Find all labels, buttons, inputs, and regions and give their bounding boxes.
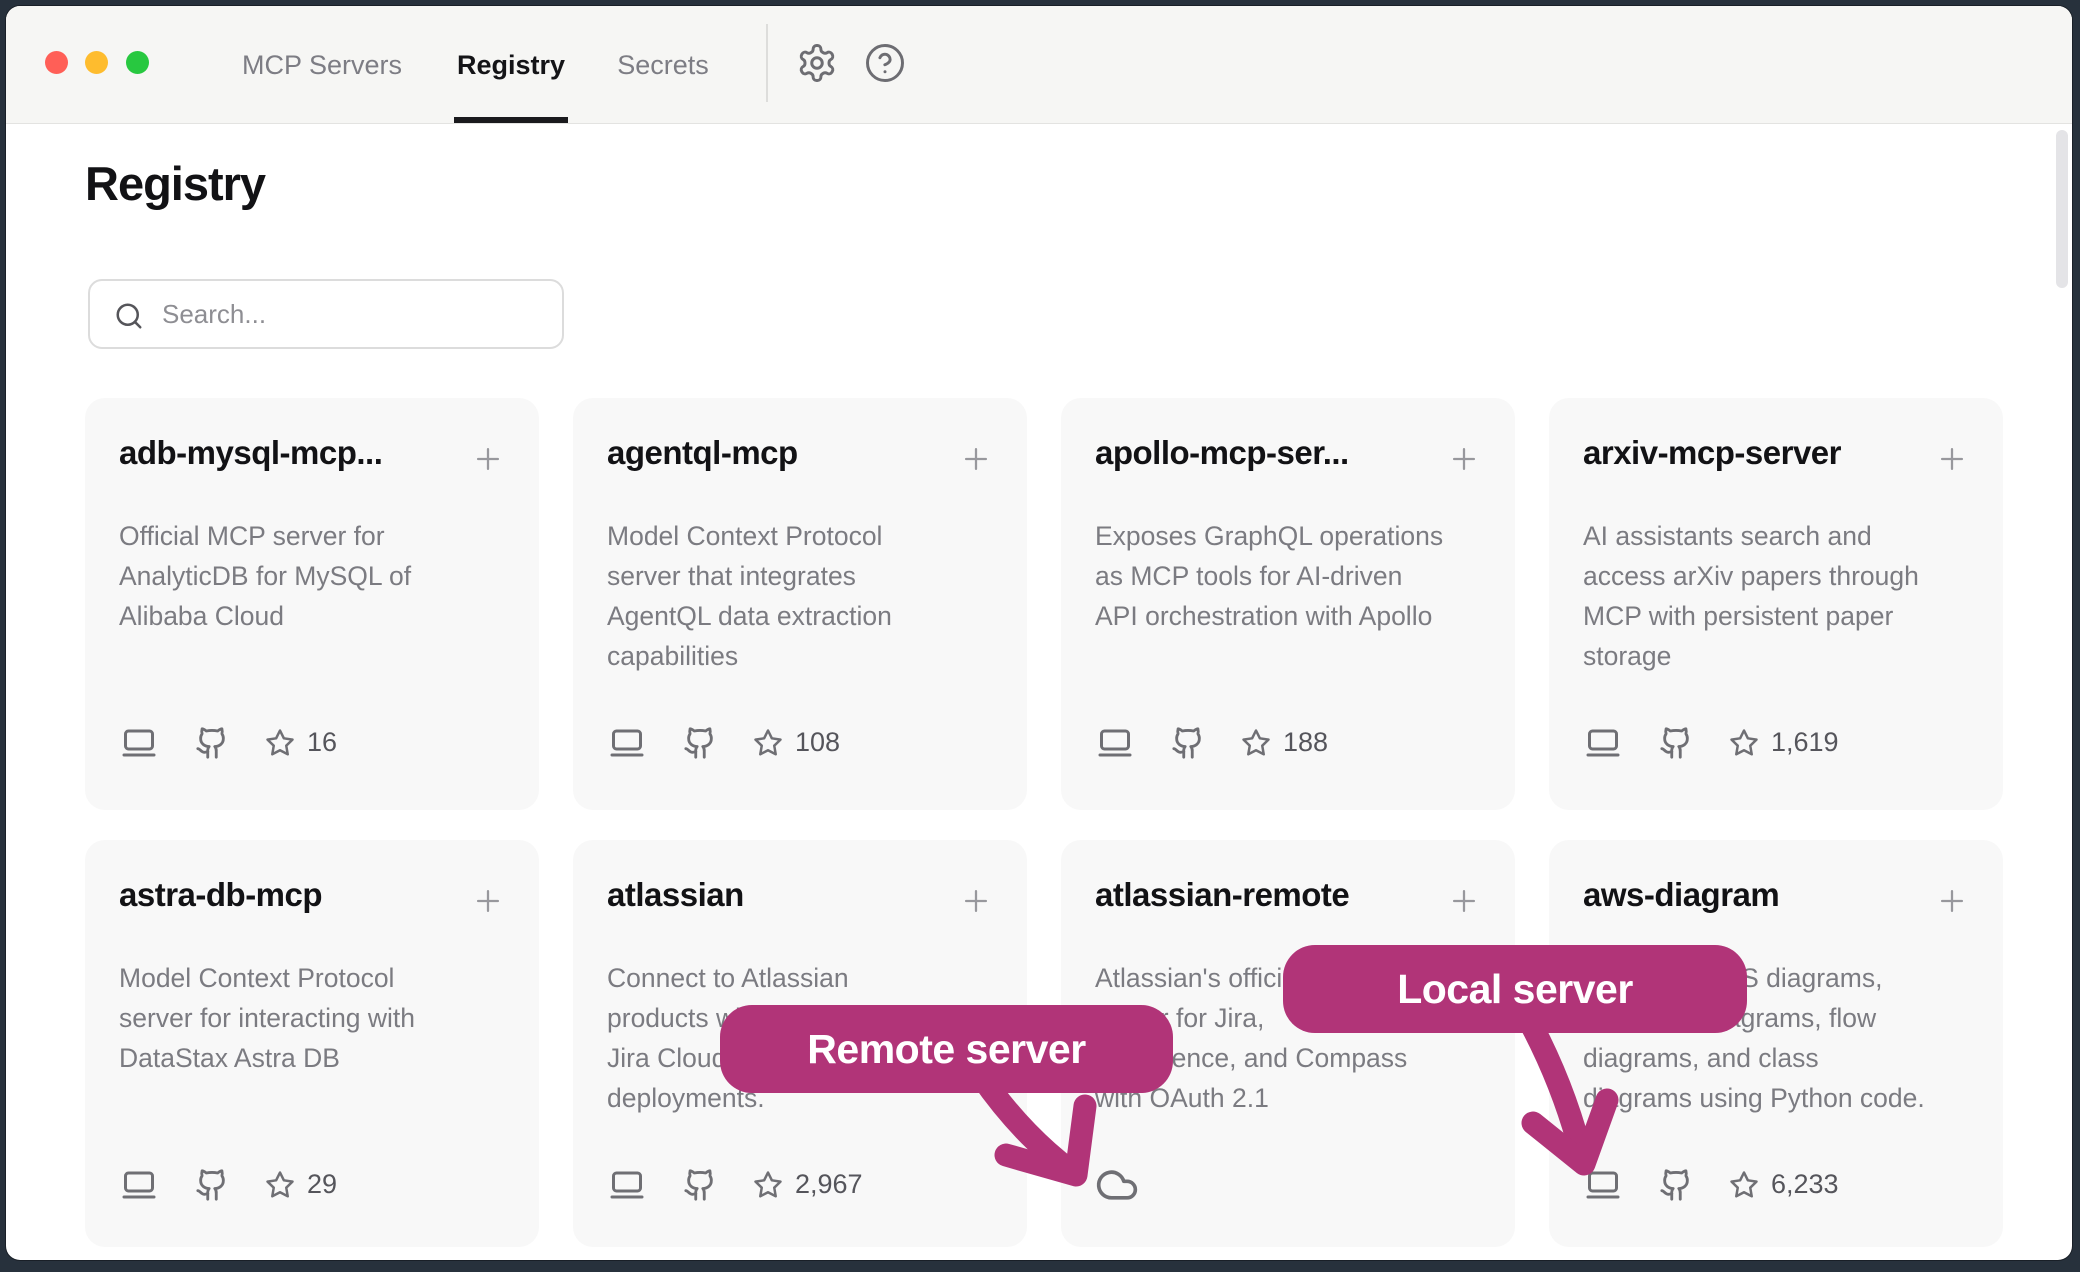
add-server-button[interactable] (1935, 442, 1969, 476)
star-count: 16 (307, 727, 337, 758)
laptop-icon (1097, 725, 1133, 761)
card-footer: 2,967 (573, 1167, 1027, 1207)
tab-secrets[interactable]: Secrets (611, 6, 715, 124)
server-name: astra-db-mcp (119, 876, 479, 914)
server-card-astra-db[interactable]: astra-db-mcp Model Context Protocol serv… (85, 840, 539, 1247)
card-footer: 188 (1061, 725, 1515, 765)
plus-icon (471, 884, 505, 918)
active-tab-indicator (454, 117, 568, 123)
laptop-icon (1585, 725, 1621, 761)
search-input[interactable] (162, 281, 552, 347)
plus-icon (1447, 442, 1481, 476)
server-description: Model Context Protocol server for intera… (119, 958, 511, 1078)
star-icon (1729, 1170, 1759, 1200)
card-footer (1061, 1167, 1515, 1207)
server-name: atlassian (607, 876, 967, 914)
card-footer: 29 (85, 1167, 539, 1207)
laptop-icon (121, 1167, 157, 1203)
plus-icon (1935, 442, 1969, 476)
app-window: MCP Servers Registry Secrets Registry (6, 6, 2072, 1260)
server-name: aws-diagram (1583, 876, 1943, 914)
titlebar-divider (766, 24, 768, 102)
add-server-button[interactable] (1447, 884, 1481, 918)
laptop-icon (609, 725, 645, 761)
laptop-icon (609, 1167, 645, 1203)
server-card-arxiv[interactable]: arxiv-mcp-server AI assistants search an… (1549, 398, 2003, 810)
star-count: 1,619 (1771, 727, 1839, 758)
local-server-callout: Local server (1283, 945, 1747, 1033)
remote-server-callout: Remote server (720, 1005, 1173, 1093)
minimize-window-button[interactable] (85, 51, 108, 74)
github-icon (1659, 726, 1693, 760)
laptop-icon (121, 725, 157, 761)
server-name: adb-mysql-mcp... (119, 434, 479, 472)
zoom-window-button[interactable] (126, 51, 149, 74)
card-footer: 108 (573, 725, 1027, 765)
plus-icon (1447, 884, 1481, 918)
titlebar: MCP Servers Registry Secrets (6, 6, 2072, 124)
server-description: Model Context Protocol server that integ… (607, 516, 999, 676)
star-count: 6,233 (1771, 1169, 1839, 1200)
server-name: arxiv-mcp-server (1583, 434, 1943, 472)
star-icon (753, 1170, 783, 1200)
star-count: 108 (795, 727, 840, 758)
add-server-button[interactable] (959, 884, 993, 918)
plus-icon (471, 442, 505, 476)
server-description: AI assistants search and access arXiv pa… (1583, 516, 1975, 676)
add-server-button[interactable] (1935, 884, 1969, 918)
add-server-button[interactable] (471, 442, 505, 476)
cloud-icon (1095, 1163, 1139, 1207)
github-icon (683, 726, 717, 760)
star-icon (753, 728, 783, 758)
server-card-agentql[interactable]: agentql-mcp Model Context Protocol serve… (573, 398, 1027, 810)
server-card-apollo[interactable]: apollo-mcp-ser... Exposes GraphQL operat… (1061, 398, 1515, 810)
tab-mcp-servers[interactable]: MCP Servers (233, 6, 411, 124)
star-count: 2,967 (795, 1169, 863, 1200)
github-icon (683, 1168, 717, 1202)
add-server-button[interactable] (959, 442, 993, 476)
server-name: apollo-mcp-ser... (1095, 434, 1455, 472)
help-icon[interactable] (864, 42, 906, 84)
star-icon (1729, 728, 1759, 758)
add-server-button[interactable] (1447, 442, 1481, 476)
server-name: atlassian-remote (1095, 876, 1455, 914)
plus-icon (959, 442, 993, 476)
github-icon (1659, 1168, 1693, 1202)
tab-registry[interactable]: Registry (454, 6, 568, 124)
star-icon (265, 728, 295, 758)
settings-gear-icon[interactable] (796, 42, 838, 84)
star-count: 29 (307, 1169, 337, 1200)
star-icon (1241, 728, 1271, 758)
server-card-aws-diagram[interactable]: aws-diagram Generate AWS diagrams, seque… (1549, 840, 2003, 1247)
github-icon (1171, 726, 1205, 760)
card-footer: 16 (85, 725, 539, 765)
server-name: agentql-mcp (607, 434, 967, 472)
page-title: Registry (85, 156, 265, 211)
github-icon (195, 1168, 229, 1202)
star-count: 188 (1283, 727, 1328, 758)
plus-icon (959, 884, 993, 918)
plus-icon (1935, 884, 1969, 918)
server-description: Exposes GraphQL operations as MCP tools … (1095, 516, 1487, 636)
scrollbar-thumb[interactable] (2056, 130, 2068, 288)
close-window-button[interactable] (45, 51, 68, 74)
search-box (88, 279, 564, 349)
laptop-icon (1585, 1167, 1621, 1203)
star-icon (265, 1170, 295, 1200)
github-icon (195, 726, 229, 760)
server-card-adb-mysql[interactable]: adb-mysql-mcp... Official MCP server for… (85, 398, 539, 810)
card-footer: 1,619 (1549, 725, 2003, 765)
server-description: Official MCP server for AnalyticDB for M… (119, 516, 511, 636)
search-icon (114, 301, 144, 331)
card-footer: 6,233 (1549, 1167, 2003, 1207)
add-server-button[interactable] (471, 884, 505, 918)
